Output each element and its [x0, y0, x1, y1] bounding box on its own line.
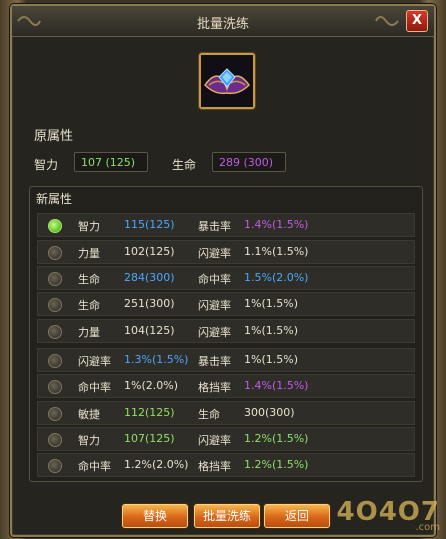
attribute-b-value: 1.2%(1.5%) — [244, 432, 309, 445]
attribute-a-label: 力量 — [78, 326, 100, 339]
attribute-a-value: 284(300) — [124, 271, 175, 284]
attribute-a-label: 命中率 — [78, 460, 111, 473]
winged-gem-icon — [201, 55, 253, 107]
option-radio[interactable] — [48, 433, 62, 447]
replace-button[interactable]: 替换 — [122, 504, 188, 528]
batch-refine-dialog: 批量洗练 X 原属性 智力 107 (125) 生命 289 (300) 新属性… — [10, 4, 436, 537]
attribute-a-label: 闪避率 — [78, 355, 111, 368]
back-button[interactable]: 返回 — [264, 504, 330, 528]
attribute-b-value: 1.1%(1.5%) — [244, 245, 309, 258]
attribute-a-label: 敏捷 — [78, 408, 100, 421]
attribute-a-value: 251(300) — [124, 297, 175, 310]
attribute-b-label: 命中率 — [198, 273, 231, 286]
attribute-b-label: 格挡率 — [198, 460, 231, 473]
close-button[interactable]: X — [406, 10, 428, 32]
item-slot[interactable] — [199, 53, 255, 109]
attribute-b-label: 闪避率 — [198, 326, 231, 339]
attribute-b-value: 1.5%(2.0%) — [244, 271, 309, 284]
attribute-option-row[interactable]: 命中率 1%(2.0%) 格挡率 1.4%(1.5%) — [37, 374, 415, 398]
attribute-option-row[interactable]: 智力 115(125) 暴击率 1.4%(1.5%) — [37, 213, 415, 237]
attribute-b-value: 1%(1.5%) — [244, 297, 298, 310]
original-stat-label: 智力 — [34, 158, 59, 172]
attribute-b-label: 格挡率 — [198, 381, 231, 394]
attribute-b-label: 闪避率 — [198, 434, 231, 447]
option-radio[interactable] — [48, 272, 62, 286]
attribute-b-value: 1.4%(1.5%) — [244, 379, 309, 392]
attribute-a-label: 命中率 — [78, 381, 111, 394]
attribute-option-row[interactable]: 力量 102(125) 闪避率 1.1%(1.5%) — [37, 240, 415, 264]
site-watermark-domain: .com — [415, 522, 440, 533]
option-radio[interactable] — [48, 459, 62, 473]
attribute-a-value: 115(125) — [124, 218, 175, 231]
batch-refine-button[interactable]: 批量洗练 — [194, 504, 260, 528]
attribute-a-value: 102(125) — [124, 245, 175, 258]
option-radio[interactable] — [48, 407, 62, 421]
attribute-option-row[interactable]: 生命 284(300) 命中率 1.5%(2.0%) — [37, 266, 415, 290]
attribute-a-label: 力量 — [78, 247, 100, 260]
attribute-a-value: 107(125) — [124, 432, 175, 445]
attribute-a-label: 生命 — [78, 273, 100, 286]
original-stat-value: 107 (125) — [74, 152, 148, 172]
attribute-option-row[interactable]: 敏捷 112(125) 生命 300(300) — [37, 401, 415, 425]
original-stat-value: 289 (300) — [212, 152, 286, 172]
attribute-option-row[interactable]: 生命 251(300) 闪避率 1%(1.5%) — [37, 292, 415, 316]
attribute-a-value: 1.2%(2.0%) — [124, 458, 189, 471]
attribute-option-row[interactable]: 力量 104(125) 闪避率 1%(1.5%) — [37, 319, 415, 343]
attribute-a-label: 智力 — [78, 434, 100, 447]
original-stat-label: 生命 — [172, 158, 197, 172]
attribute-a-value: 1%(2.0%) — [124, 379, 178, 392]
attribute-b-label: 暴击率 — [198, 355, 231, 368]
option-radio[interactable] — [48, 354, 62, 368]
attribute-a-label: 生命 — [78, 299, 100, 312]
attribute-b-value: 1%(1.5%) — [244, 353, 298, 366]
attribute-option-row[interactable]: 智力 107(125) 闪避率 1.2%(1.5%) — [37, 427, 415, 451]
original-attributes-heading: 原属性 — [34, 129, 74, 144]
attribute-b-value: 1%(1.5%) — [244, 324, 298, 337]
attribute-b-label: 闪避率 — [198, 299, 231, 312]
attribute-a-value: 112(125) — [124, 406, 175, 419]
attribute-b-value: 300(300) — [244, 406, 295, 419]
new-attributes-heading: 新属性 — [36, 192, 73, 206]
attribute-b-value: 1.4%(1.5%) — [244, 218, 309, 231]
new-attributes-panel: 新属性 智力 115(125) 暴击率 1.4%(1.5%) 力量 102(125) 闪避率… — [29, 186, 423, 482]
option-radio[interactable] — [48, 219, 62, 233]
option-radio[interactable] — [48, 298, 62, 312]
option-radio[interactable] — [48, 246, 62, 260]
attribute-b-label: 生命 — [198, 408, 220, 421]
attribute-b-label: 暴击率 — [198, 220, 231, 233]
attribute-a-value: 104(125) — [124, 324, 175, 337]
attribute-b-value: 1.2%(1.5%) — [244, 458, 309, 471]
attribute-option-row[interactable]: 闪避率 1.3%(1.5%) 暴击率 1%(1.5%) — [37, 348, 415, 372]
attribute-a-label: 智力 — [78, 220, 100, 233]
dialog-titlebar: 批量洗练 X — [12, 6, 434, 37]
dialog-title: 批量洗练 — [196, 17, 249, 32]
attribute-b-label: 闪避率 — [198, 247, 231, 260]
option-radio[interactable] — [48, 325, 62, 339]
scroll-ornament-icon — [375, 16, 399, 26]
attribute-option-row[interactable]: 命中率 1.2%(2.0%) 格挡率 1.2%(1.5%) — [37, 453, 415, 477]
option-radio[interactable] — [48, 380, 62, 394]
attribute-a-value: 1.3%(1.5%) — [124, 353, 189, 366]
